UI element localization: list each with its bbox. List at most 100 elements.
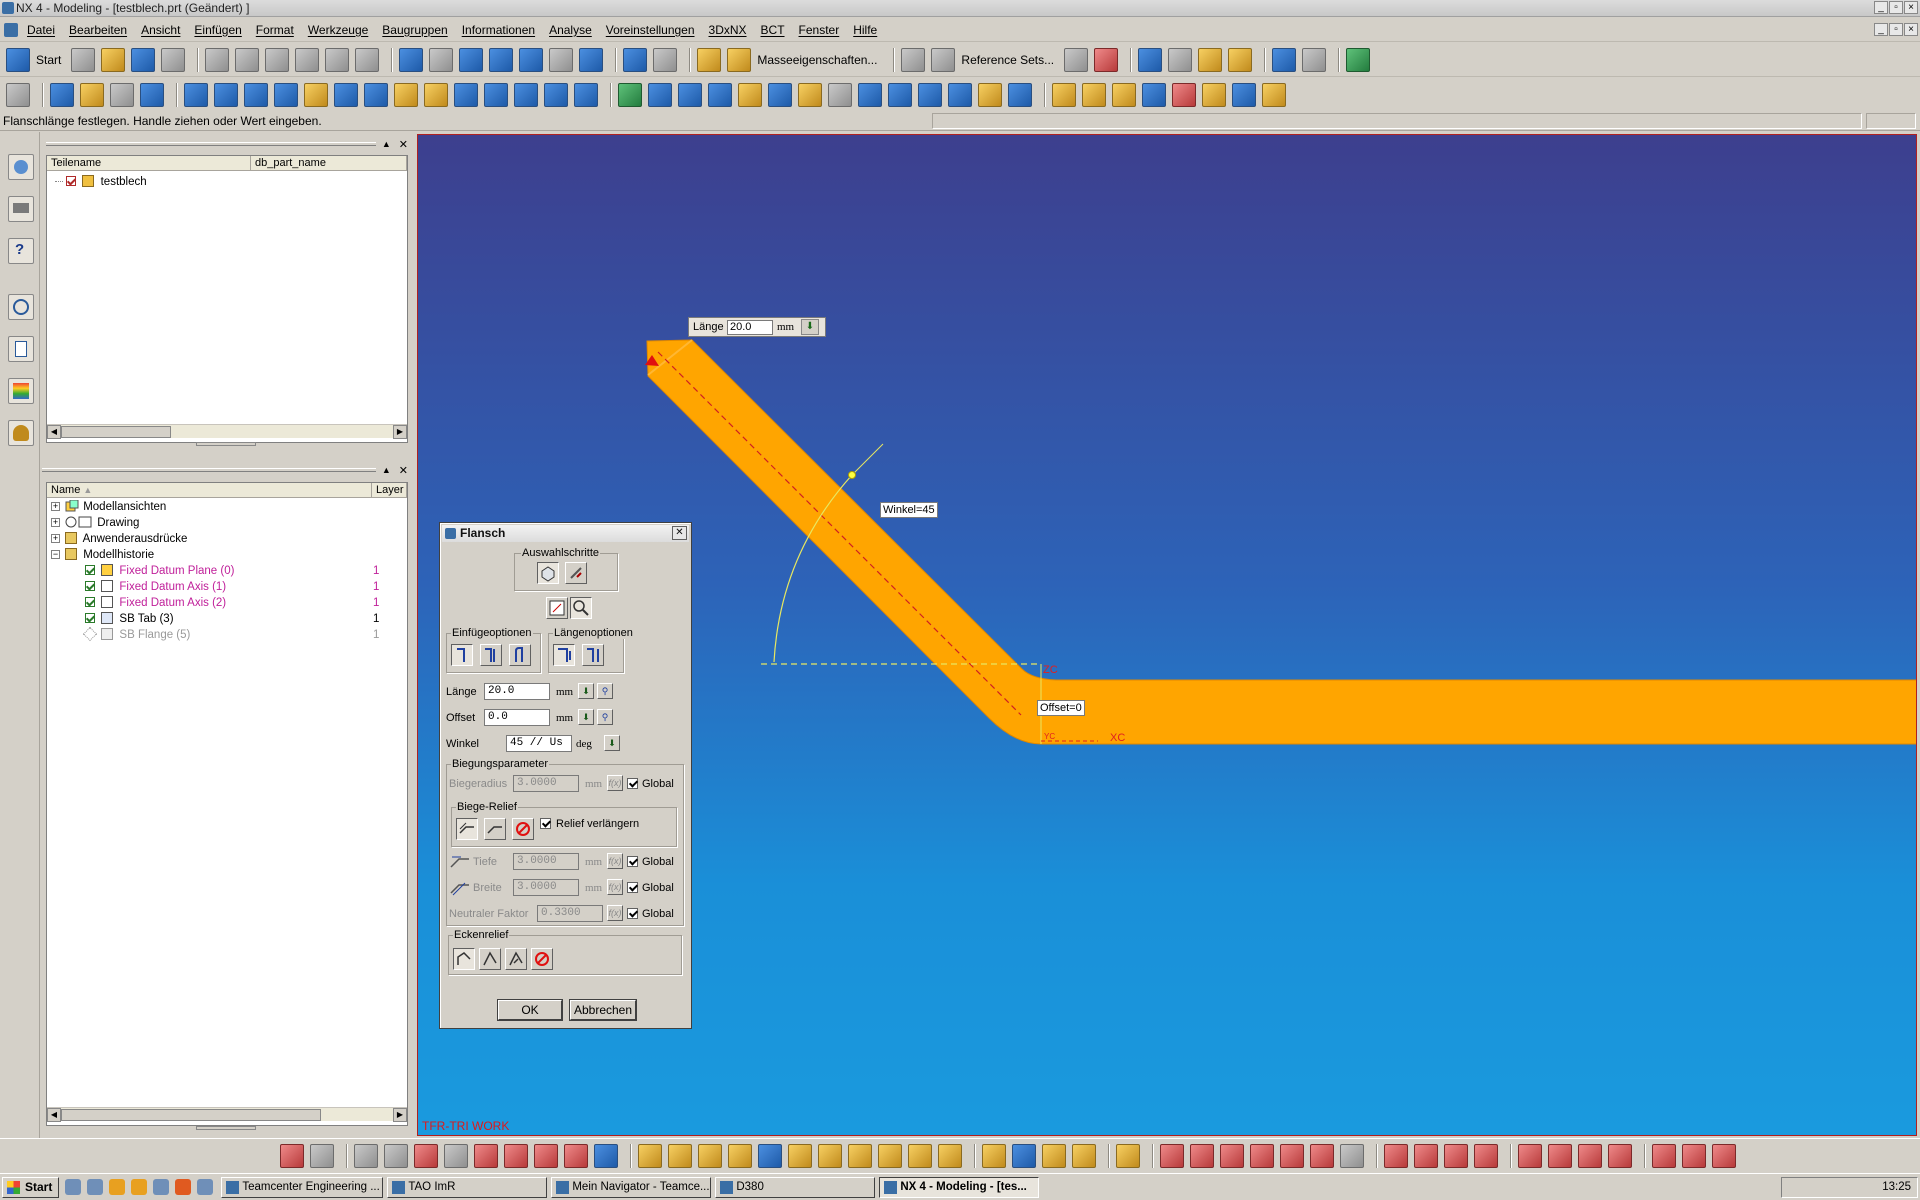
measure-angle-icon[interactable] xyxy=(727,48,751,72)
collapse-up-icon[interactable]: ▲ xyxy=(382,465,391,475)
menu-bct[interactable]: BCT xyxy=(754,18,792,42)
delete-icon[interactable] xyxy=(295,48,319,72)
menu-einfuegen[interactable]: Einfügen xyxy=(187,18,248,42)
tree-row-modellhistorie[interactable]: − Modellhistorie xyxy=(51,547,154,563)
render-style-icon[interactable] xyxy=(653,48,677,72)
menu-informationen[interactable]: Informationen xyxy=(455,18,542,42)
column-header-db-part-name[interactable]: db_part_name xyxy=(251,156,407,171)
column-header-teilename[interactable]: Teilename xyxy=(47,156,251,171)
task-nx-modeling[interactable]: NX 4 - Modeling - [tes... xyxy=(879,1177,1039,1198)
curve-conic-icon[interactable] xyxy=(1310,1144,1334,1168)
pattern-icon[interactable] xyxy=(918,83,942,107)
zoom-in-icon[interactable] xyxy=(489,48,513,72)
ref-sets-icon[interactable] xyxy=(931,48,955,72)
zoom-icon[interactable] xyxy=(429,48,453,72)
relief-round-button[interactable] xyxy=(484,818,506,840)
groove-icon[interactable] xyxy=(514,83,538,107)
bead-icon[interactable] xyxy=(1232,83,1256,107)
rotate-icon[interactable] xyxy=(519,48,543,72)
depth-fx-button[interactable]: f(x) xyxy=(607,853,623,869)
neutral-factor-input[interactable]: 0.3300 xyxy=(537,905,603,922)
fit-view-icon[interactable] xyxy=(399,48,423,72)
link-icon[interactable] xyxy=(1116,1144,1140,1168)
expand-icon[interactable]: + xyxy=(51,534,60,543)
gusset-icon[interactable] xyxy=(1202,83,1226,107)
curve-line-icon[interactable] xyxy=(1160,1144,1184,1168)
menu-hilfe[interactable]: Hilfe xyxy=(846,18,884,42)
quick-launch-icon-2[interactable] xyxy=(87,1179,103,1195)
curve-tangent-icon[interactable] xyxy=(1250,1144,1274,1168)
open-folder-icon[interactable] xyxy=(101,48,125,72)
corner-relief-1-button[interactable] xyxy=(453,948,475,970)
menu-voreinstellungen[interactable]: Voreinstellungen xyxy=(599,18,702,42)
snap-quadrant-icon[interactable] xyxy=(788,1144,812,1168)
horizontal-scrollbar[interactable]: ◀ ▶ xyxy=(47,424,407,438)
select-filter-icon[interactable] xyxy=(310,1144,334,1168)
splitter-handle[interactable] xyxy=(196,442,256,446)
snap-point-icon[interactable] xyxy=(280,1144,304,1168)
width-fx-button[interactable]: f(x) xyxy=(607,879,623,895)
quick-launch-icon-3[interactable] xyxy=(109,1179,125,1195)
pan-icon[interactable] xyxy=(549,48,573,72)
tools-icon[interactable] xyxy=(1346,48,1370,72)
snap-center-icon[interactable] xyxy=(758,1144,782,1168)
subtract-icon[interactable] xyxy=(648,83,672,107)
task-d380[interactable]: D380 xyxy=(715,1177,875,1198)
width-global-checkbox[interactable] xyxy=(627,882,638,893)
fillet-icon[interactable] xyxy=(1384,1144,1408,1168)
checkbox-icon[interactable] xyxy=(85,565,95,575)
curve-analysis-icon[interactable] xyxy=(1094,48,1118,72)
snap-intersection-icon[interactable] xyxy=(728,1144,752,1168)
training-tab[interactable] xyxy=(8,196,34,222)
pyramid-icon[interactable] xyxy=(574,83,598,107)
rebend-icon[interactable] xyxy=(1112,83,1136,107)
thread-icon[interactable] xyxy=(828,83,852,107)
boss-icon[interactable] xyxy=(394,83,418,107)
assembly-navigator-tab[interactable] xyxy=(8,154,34,180)
dialog-close-button[interactable]: ✕ xyxy=(672,526,687,540)
analysis-icon[interactable] xyxy=(1064,48,1088,72)
corner-relief-3-button[interactable] xyxy=(505,948,527,970)
extend-relief-checkbox[interactable] xyxy=(540,818,551,829)
help-tab[interactable]: ? xyxy=(8,238,34,264)
task-tao-imr[interactable]: TAO ImR xyxy=(387,1177,547,1198)
quick-launch-icon-6[interactable] xyxy=(175,1179,191,1195)
scroll-left-icon[interactable]: ◀ xyxy=(47,425,61,439)
palette-tab[interactable] xyxy=(8,378,34,404)
trim-icon[interactable] xyxy=(1414,1144,1438,1168)
close-button[interactable]: × xyxy=(1904,1,1918,14)
snap-bounded-icon[interactable] xyxy=(908,1144,932,1168)
insert-option-1-button[interactable] xyxy=(451,644,473,666)
length-option-1-button[interactable] xyxy=(553,644,575,666)
shell-icon[interactable] xyxy=(768,83,792,107)
menu-fenster[interactable]: Fenster xyxy=(792,18,847,42)
tree-row-anwenderausdruecke[interactable]: + Anwenderausdrücke xyxy=(51,531,187,547)
tree-row-fixed-datum-axis-2[interactable]: Fixed Datum Axis (2) 1 xyxy=(85,595,405,611)
quick-launch-icon-4[interactable] xyxy=(131,1179,147,1195)
measure-2-icon[interactable] xyxy=(1548,1144,1572,1168)
scroll-thumb[interactable] xyxy=(61,1109,321,1121)
sew-icon[interactable] xyxy=(1008,83,1032,107)
unite-icon[interactable] xyxy=(618,83,642,107)
offset-measure-icon[interactable]: ⚲ xyxy=(597,709,613,725)
line-icon[interactable] xyxy=(354,1144,378,1168)
corner-trim-icon[interactable] xyxy=(1474,1144,1498,1168)
checkbox-icon[interactable] xyxy=(85,597,95,607)
circle-center-icon[interactable] xyxy=(474,1144,498,1168)
arc-icon[interactable] xyxy=(564,1144,588,1168)
menu-3dxnx[interactable]: 3DxNX xyxy=(702,18,754,42)
intersection-icon[interactable] xyxy=(444,1144,468,1168)
snap-control-icon[interactable] xyxy=(698,1144,722,1168)
features-icon[interactable] xyxy=(1302,48,1326,72)
flange-icon[interactable] xyxy=(80,83,104,107)
zoom-window-icon[interactable] xyxy=(459,48,483,72)
tab-icon[interactable] xyxy=(50,83,74,107)
shaded-view-icon[interactable] xyxy=(623,48,647,72)
contour-flange-icon[interactable] xyxy=(110,83,134,107)
snap-existing-icon[interactable] xyxy=(818,1144,842,1168)
plus-icon[interactable] xyxy=(534,1144,558,1168)
cylinder-icon[interactable] xyxy=(214,83,238,107)
trim-body-icon[interactable] xyxy=(858,83,882,107)
sphere-icon[interactable] xyxy=(274,83,298,107)
reverse-side-button[interactable] xyxy=(546,597,568,619)
